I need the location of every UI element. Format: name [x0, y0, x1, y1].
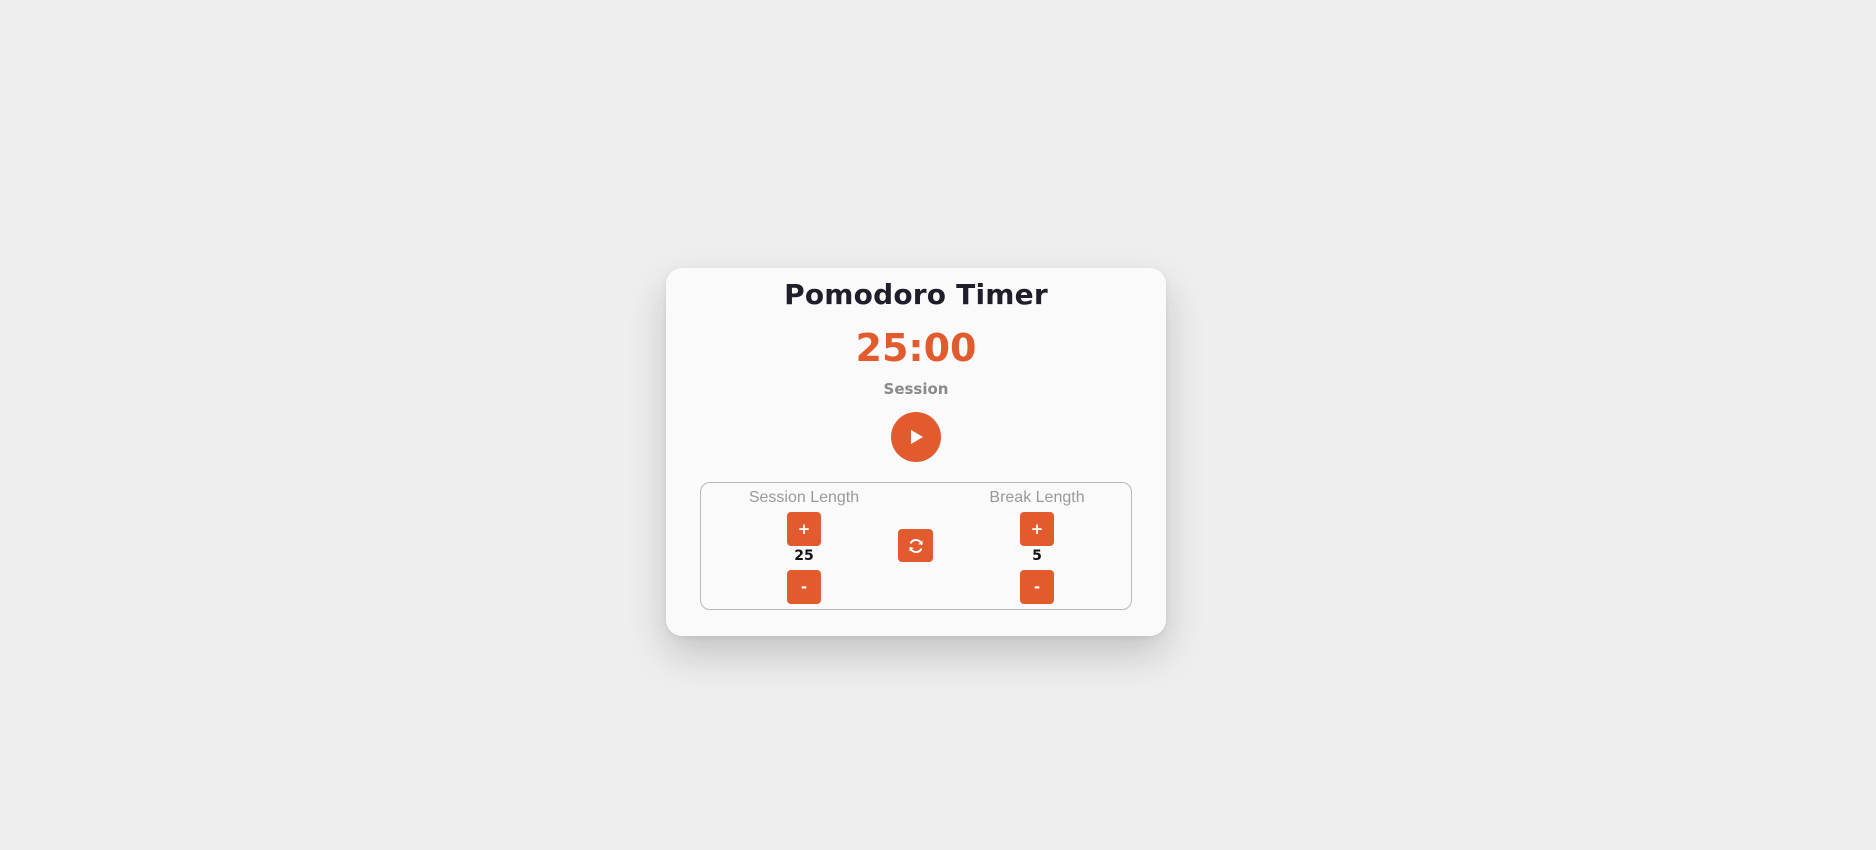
- break-increment-button[interactable]: +: [1020, 512, 1054, 546]
- refresh-icon: [908, 538, 923, 553]
- timer-display: 25:00: [855, 326, 977, 370]
- session-length-label: Session Length: [748, 489, 860, 506]
- length-controls: Session Length + 25 - Break Length + 5 -: [700, 482, 1132, 610]
- app-title: Pomodoro Timer: [784, 278, 1048, 311]
- pomodoro-card: Pomodoro Timer 25:00 Session Session Len…: [666, 268, 1166, 636]
- break-length-label: Break Length: [989, 489, 1085, 506]
- session-decrement-button[interactable]: -: [787, 570, 821, 604]
- session-length-value: 25: [794, 548, 814, 564]
- reset-button[interactable]: [898, 529, 933, 562]
- break-decrement-button[interactable]: -: [1020, 570, 1054, 604]
- timer-mode-label: Session: [883, 380, 949, 398]
- break-length-value: 5: [1032, 548, 1042, 564]
- play-button[interactable]: [891, 412, 941, 462]
- session-increment-button[interactable]: +: [787, 512, 821, 546]
- play-icon: [911, 430, 923, 444]
